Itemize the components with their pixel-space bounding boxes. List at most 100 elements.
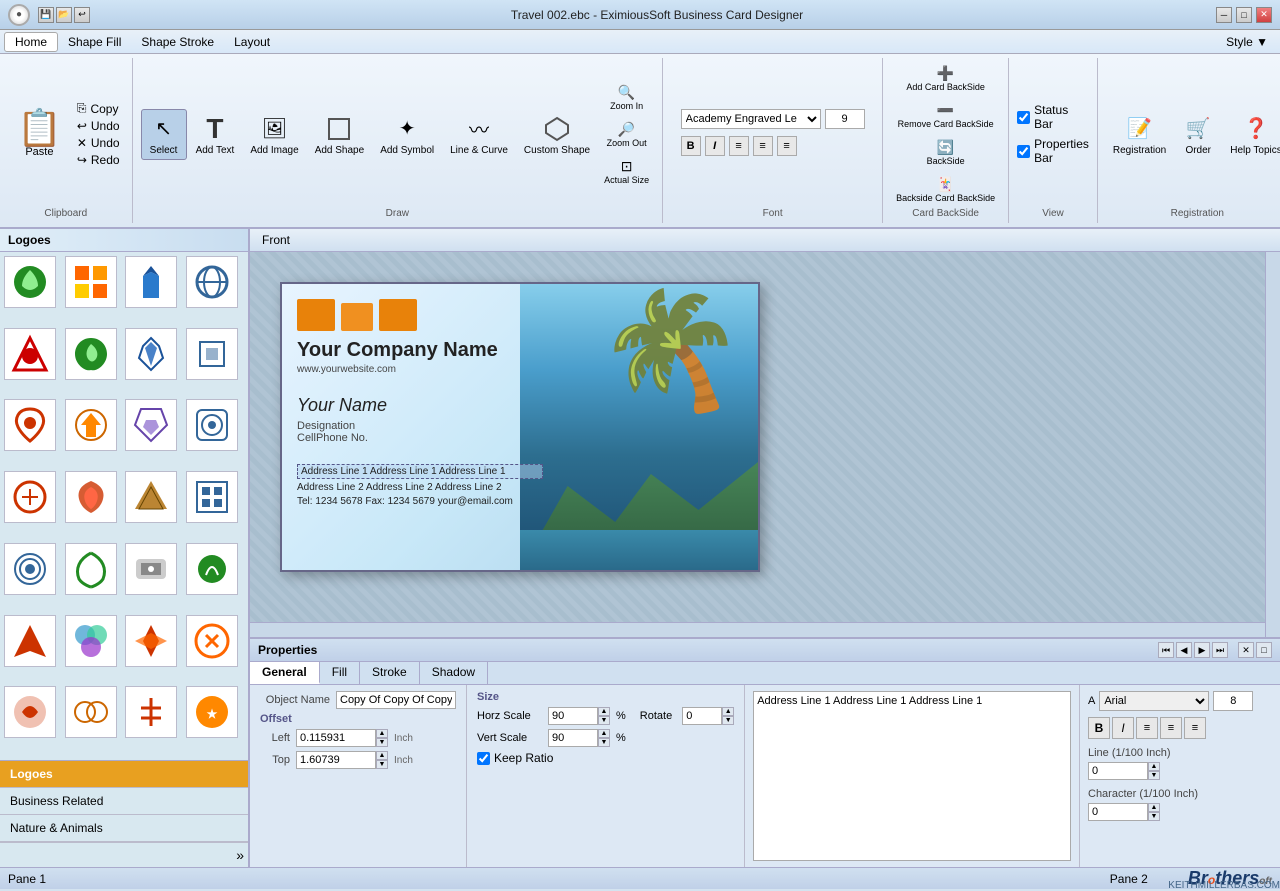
prop-align-left-btn[interactable]: ≡ [1136,717,1158,739]
remove-card-backside-button[interactable]: ➖ Remove Card BackSide [891,99,1000,132]
card-designation[interactable]: Designation [297,420,543,432]
logo-cell-13[interactable] [4,471,56,523]
prop-nav-first[interactable]: ⏮ [1158,642,1174,658]
backside-view-button[interactable]: 🔄 BackSide [891,136,1000,169]
horz-spinner-up[interactable]: ▲ [598,707,610,716]
logo-cell-20[interactable] [186,543,238,595]
rotate-input[interactable] [682,707,722,725]
left-offset-input[interactable] [296,729,376,747]
logo-cell-10[interactable] [65,399,117,451]
text-editor[interactable]: Address Line 1 Address Line 1 Address Li… [753,691,1071,861]
copy-button[interactable]: ⎘ Copy [73,100,124,117]
card-address1[interactable]: Address Line 1 Address Line 1 Address Li… [297,464,543,479]
align-right-button[interactable]: ≡ [777,136,797,156]
zoom-in-button[interactable]: 🔍 Zoom In [599,81,654,114]
card-name[interactable]: Your Name [297,395,543,416]
logo-cell-6[interactable] [65,328,117,380]
quick-access-save[interactable]: 💾 [38,7,54,23]
bold-button[interactable]: B [681,136,701,156]
prop-close[interactable]: ✕ [1238,642,1254,658]
card-company-name[interactable]: Your Company Name [297,339,543,362]
prop-nav-prev[interactable]: ◀ [1176,642,1192,658]
logo-cell-19[interactable] [125,543,177,595]
logo-cell-2[interactable] [65,256,117,308]
paste-button[interactable]: 📋 Paste [8,105,71,163]
sidebar-nav-business[interactable]: Business Related [0,788,248,815]
card-website[interactable]: www.yourwebsite.com [297,364,543,375]
zoom-out-button[interactable]: 🔎 Zoom Out [599,118,654,151]
sidebar-nav-nature[interactable]: Nature & Animals [0,815,248,842]
keep-ratio-label[interactable]: Keep Ratio [477,751,553,765]
logo-cell-4[interactable] [186,256,238,308]
close-btn[interactable]: ✕ [1256,7,1272,23]
expand-icon[interactable]: » [236,847,244,863]
logo-cell-17[interactable] [4,543,56,595]
maximize-btn[interactable]: □ [1236,7,1252,23]
logo-cell-7[interactable] [125,328,177,380]
canvas-scroll[interactable]: 🌴 Your Company Name www.yourwebsite.com … [250,252,1280,637]
align-center-button[interactable]: ≡ [753,136,773,156]
logo-cell-24[interactable] [186,615,238,667]
char-spinner-down[interactable]: ▼ [1148,812,1160,821]
minimize-btn[interactable]: ─ [1216,7,1232,23]
add-shape-button[interactable]: Add Shape [308,109,372,160]
horz-scale-input[interactable] [548,707,598,725]
card-contact[interactable]: Tel: 1234 5678 Fax: 1234 5679 your@email… [297,496,543,507]
prop-align-center-btn[interactable]: ≡ [1160,717,1182,739]
prop-italic-btn[interactable]: I [1112,717,1134,739]
char-spacing-input[interactable] [1088,803,1148,821]
prop-bold-btn[interactable]: B [1088,717,1110,739]
sidebar-nav-logoes[interactable]: Logoes [0,761,248,788]
prop-nav-last[interactable]: ⏭ [1212,642,1228,658]
logo-cell-21[interactable] [4,615,56,667]
line-spinner-up[interactable]: ▲ [1148,762,1160,771]
font-name-select[interactable]: Academy Engraved Le [681,109,821,129]
align-left-button[interactable]: ≡ [729,136,749,156]
help-topics-button[interactable]: ❓ Help Topics [1223,109,1280,160]
horizontal-scrollbar[interactable] [250,622,1265,637]
prop-align-right-btn[interactable]: ≡ [1184,717,1206,739]
add-card-backside-button[interactable]: ➕ Add Card BackSide [891,62,1000,95]
logo-cell-25[interactable] [4,686,56,738]
object-name-input[interactable] [336,691,456,709]
keep-ratio-checkbox[interactable] [477,752,490,765]
delete-button[interactable]: ✕ Undo [73,135,124,151]
properties-bar-checkbox[interactable] [1017,145,1030,158]
logo-cell-26[interactable] [65,686,117,738]
logo-cell-28[interactable]: ★ [186,686,238,738]
menu-shape-stroke[interactable]: Shape Stroke [131,33,224,51]
business-card[interactable]: 🌴 Your Company Name www.yourwebsite.com … [280,282,760,572]
font-size-input[interactable] [825,109,865,129]
undo-button[interactable]: ↩ Undo [73,118,124,134]
custom-shape-button[interactable]: Custom Shape [517,109,597,160]
vert-scale-input[interactable] [548,729,598,747]
top-spinner-up[interactable]: ▲ [376,751,388,760]
logo-cell-9[interactable] [4,399,56,451]
prop-nav-next[interactable]: ▶ [1194,642,1210,658]
line-spinner-down[interactable]: ▼ [1148,771,1160,780]
status-bar-checkbox-row[interactable]: Status Bar [1017,103,1089,131]
logo-cell-16[interactable] [186,471,238,523]
add-image-button[interactable]: 🖼 Add Image [243,109,305,160]
left-spinner-up[interactable]: ▲ [376,729,388,738]
redo-button[interactable]: ↪ Redo [73,152,124,168]
vert-spinner-down[interactable]: ▼ [598,738,610,747]
logo-cell-18[interactable] [65,543,117,595]
registration-button[interactable]: 📝 Registration [1106,109,1173,160]
logo-cell-5[interactable] [4,328,56,380]
add-text-button[interactable]: T Add Text [189,109,242,160]
properties-bar-checkbox-row[interactable]: Properties Bar [1017,137,1089,165]
prop-float[interactable]: □ [1256,642,1272,658]
logo-cell-23[interactable] [125,615,177,667]
logo-cell-14[interactable] [65,471,117,523]
tab-general[interactable]: General [250,662,320,684]
select-button[interactable]: ↖ Select [141,109,187,160]
status-bar-checkbox[interactable] [1017,111,1030,124]
tab-shadow[interactable]: Shadow [420,662,488,684]
logo-cell-3[interactable] [125,256,177,308]
tab-stroke[interactable]: Stroke [360,662,420,684]
vert-spinner-up[interactable]: ▲ [598,729,610,738]
menu-home[interactable]: Home [4,32,58,52]
actual-size-button[interactable]: ⊡ Actual Size [599,155,654,188]
logo-cell-22[interactable] [65,615,117,667]
